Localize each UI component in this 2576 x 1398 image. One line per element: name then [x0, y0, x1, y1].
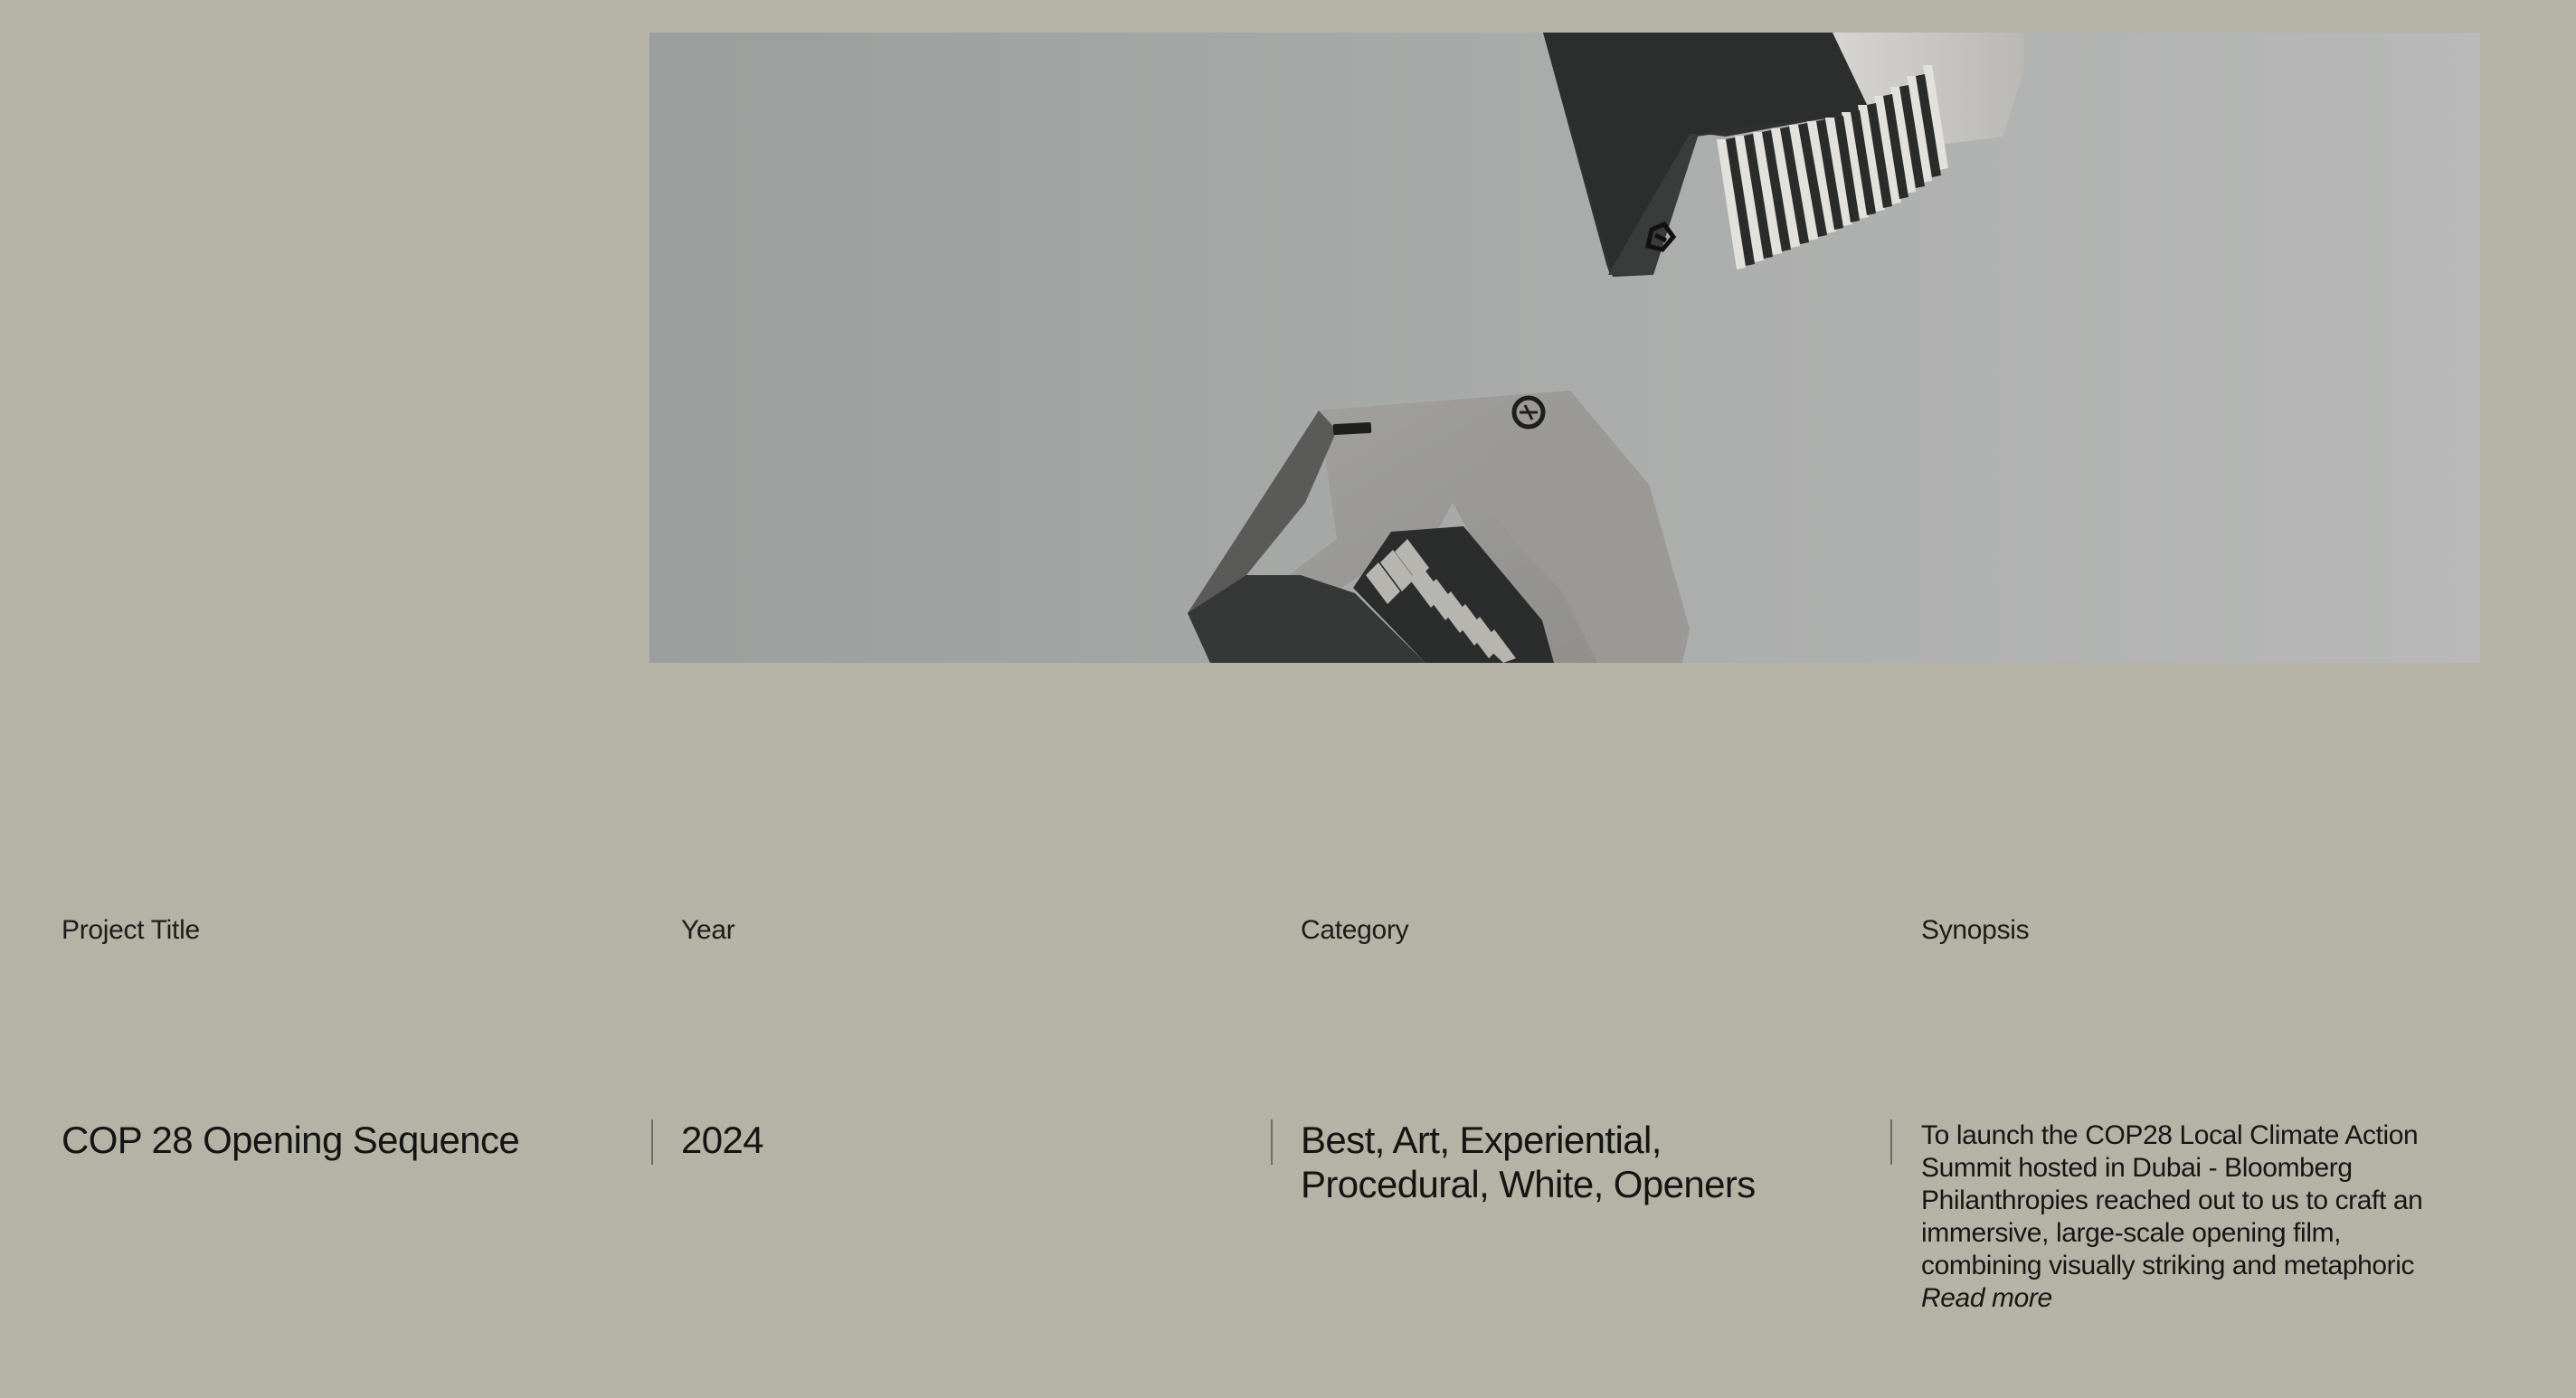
year-label: Year	[681, 915, 735, 945]
project-title-value: COP 28 Opening Sequence	[62, 1119, 520, 1161]
read-more-link[interactable]: Read more	[1921, 1282, 2428, 1315]
project-page: Project Title Year Category Synopsis COP…	[0, 0, 2576, 1398]
hero-image	[649, 33, 2480, 663]
synopsis-block: To launch the COP28 Local Climate Action…	[1921, 1119, 2428, 1315]
project-title-label: Project Title	[62, 915, 200, 945]
year-value: 2024	[681, 1119, 764, 1161]
concrete-blocks-illustration	[649, 33, 2480, 663]
synopsis-text: To launch the COP28 Local Climate Action…	[1921, 1120, 2423, 1280]
column-divider	[651, 1119, 653, 1165]
column-divider	[1271, 1119, 1273, 1165]
column-divider	[1890, 1119, 1892, 1165]
synopsis-label: Synopsis	[1921, 915, 2030, 945]
category-label: Category	[1301, 915, 1409, 945]
category-value: Best, Art, Experiential, Procedural, Whi…	[1301, 1119, 1756, 1205]
